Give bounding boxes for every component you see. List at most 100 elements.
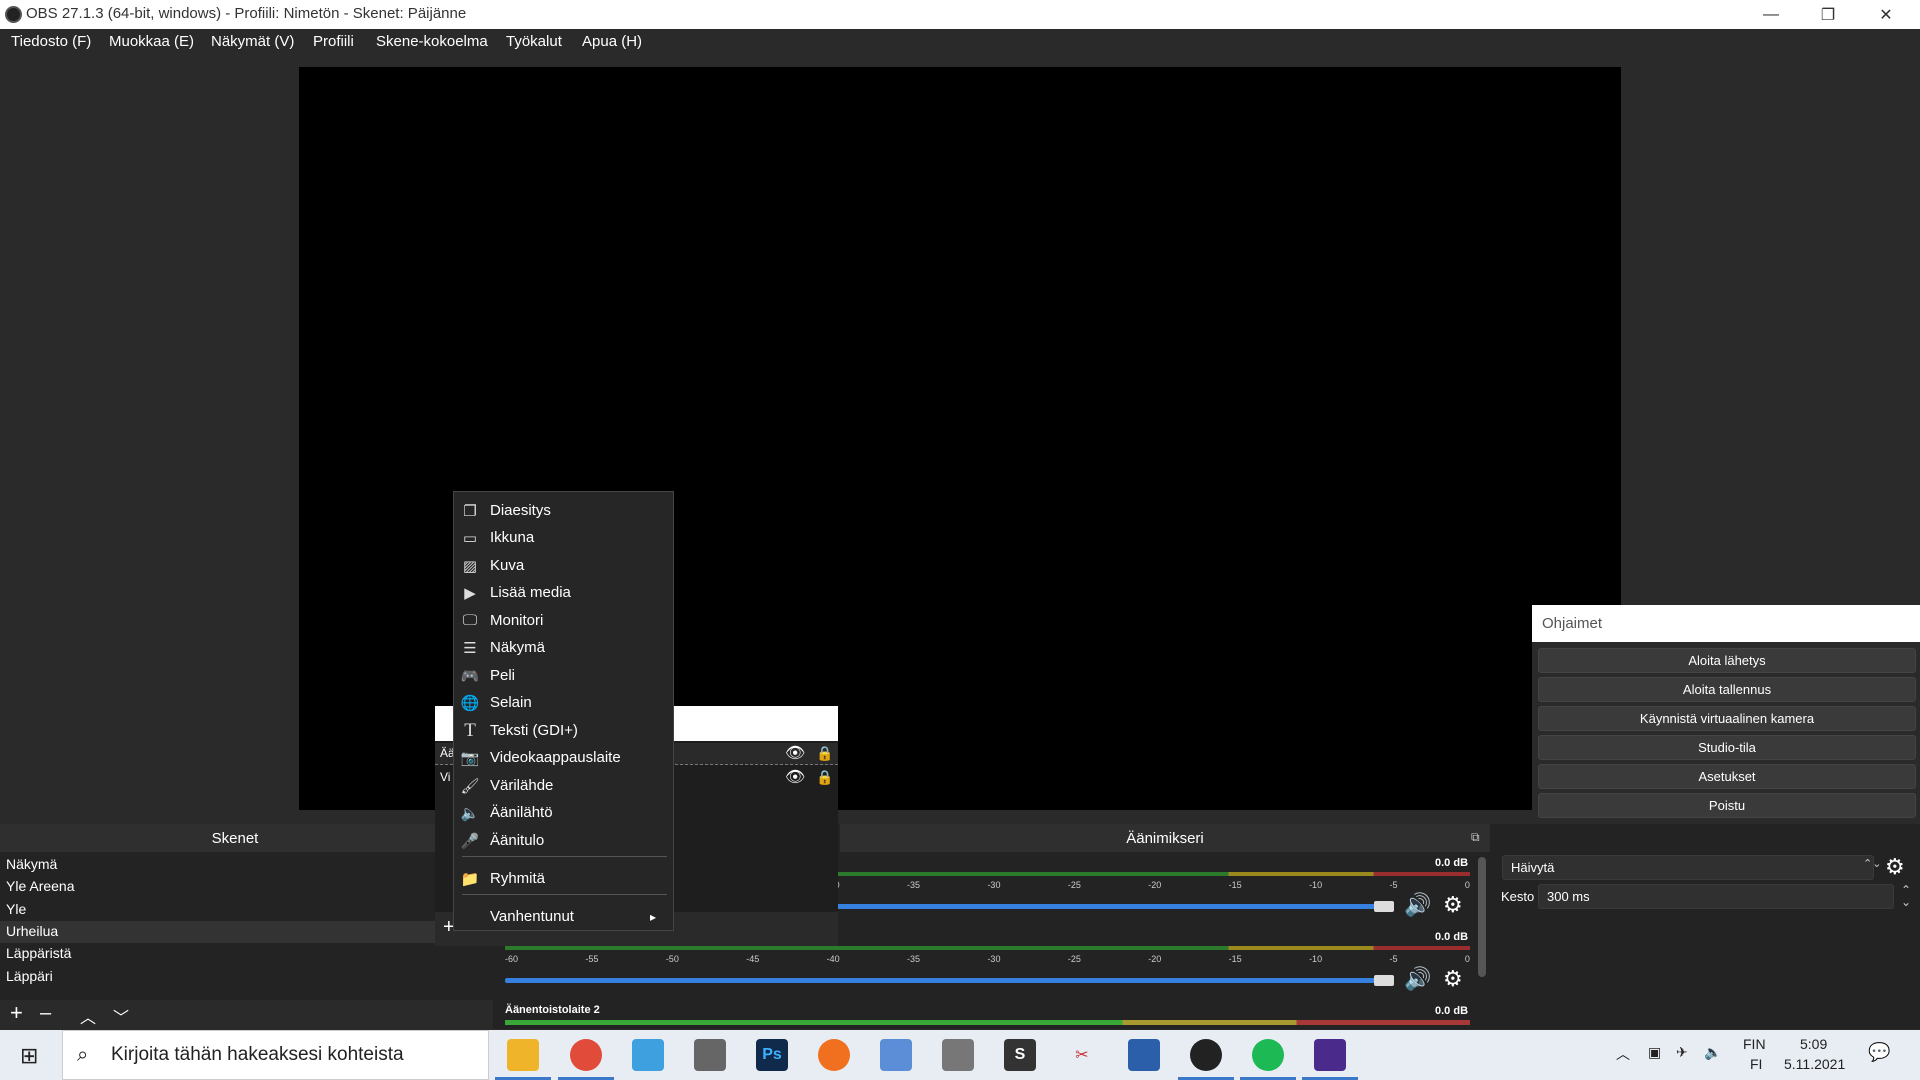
menu-item-media[interactable]: ▶ Lisää media <box>454 579 675 606</box>
menu-item-audio-output[interactable]: 🔈 Äänilähtö <box>454 799 675 826</box>
menu-item-browser[interactable]: 🌐 Selain <box>454 689 675 716</box>
scene-item[interactable]: Näkymä <box>0 854 493 876</box>
photoshop-icon[interactable]: Ps <box>756 1039 788 1071</box>
menu-item-slideshow[interactable]: ❐ Diaesitys <box>454 497 675 524</box>
menu-tools[interactable]: Työkalut <box>506 33 562 50</box>
controls-dock: Ohjaimet Aloita lähetys Aloita tallennus… <box>1532 605 1920 818</box>
media-app-icon[interactable] <box>1314 1039 1346 1071</box>
add-scene-icon[interactable]: + <box>10 1000 23 1026</box>
file-explorer-icon[interactable] <box>507 1039 539 1071</box>
channel-2-volume-slider[interactable] <box>505 978 1385 983</box>
channel-1-db: 0.0 dB <box>1435 857 1469 869</box>
spotify-icon[interactable] <box>1252 1039 1284 1071</box>
eye-icon[interactable]: 👁 <box>785 767 805 787</box>
settings-button[interactable]: Asetukset <box>1538 764 1916 789</box>
lock-icon[interactable]: 🔒 <box>816 745 833 762</box>
channel-1-slider-handle[interactable] <box>1374 901 1394 912</box>
chrome-icon[interactable] <box>570 1039 602 1071</box>
close-button[interactable]: ✕ <box>1858 0 1914 29</box>
remove-scene-icon[interactable]: – <box>40 1002 51 1025</box>
studio-mode-button[interactable]: Studio-tila <box>1538 735 1916 760</box>
menu-item-text[interactable]: T Teksti (GDI+) <box>454 717 675 744</box>
scene-item[interactable]: Yle <box>0 899 493 921</box>
windows-start-icon[interactable]: ⊞ <box>20 1043 38 1069</box>
notifications-icon[interactable]: 💬 <box>1868 1042 1890 1063</box>
gamepad-icon: 🎮 <box>460 667 480 685</box>
menu-edit[interactable]: Muokkaa (E) <box>109 33 194 50</box>
menu-item-deprecated[interactable]: Vanhentunut ▸ <box>454 903 675 930</box>
menu-profile[interactable]: Profiili <box>313 33 354 50</box>
airplane-icon[interactable]: ✈ <box>1676 1044 1688 1061</box>
menu-item-color-source[interactable]: 🖌 Värilähde <box>454 772 675 799</box>
transition-select[interactable]: Häivytä <box>1502 855 1874 880</box>
menu-item-image[interactable]: ▨ Kuva <box>454 552 675 579</box>
menu-item-group[interactable]: 📁 Ryhmitä <box>454 865 675 892</box>
keyboard-layout[interactable]: FI <box>1750 1056 1762 1072</box>
menu-view[interactable]: Näkymät (V) <box>211 33 294 50</box>
menu-item-monitor[interactable]: 🖵 Monitori <box>454 607 675 634</box>
move-down-icon[interactable]: ﹀ <box>113 1004 129 1028</box>
start-streaming-button[interactable]: Aloita lähetys <box>1538 648 1916 673</box>
duration-input[interactable]: 300 ms <box>1538 884 1894 909</box>
windows-taskbar: ⊞ ⌕ Kirjoita tähän hakeaksesi kohteista … <box>0 1030 1920 1080</box>
menu-item-audio-input[interactable]: 🎤 Äänitulo <box>454 827 675 854</box>
channel-2-db: 0.0 dB <box>1435 931 1469 943</box>
add-source-context-menu: ❐ Diaesitys ▭ Ikkuna ▨ Kuva ▶ Lisää media 🖵 M… <box>453 491 674 931</box>
language-indicator[interactable]: FIN <box>1743 1036 1766 1052</box>
duration-stepper-icon[interactable]: ⌃ ⌄ <box>1901 884 1911 908</box>
scenes-list: Näkymä Yle Areena Yle Urheilua Läppärist… <box>0 852 493 1000</box>
menu-item-window[interactable]: ▭ Ikkuna <box>454 524 675 551</box>
image-viewer-icon[interactable] <box>880 1039 912 1071</box>
exit-button[interactable]: Poistu <box>1538 793 1916 818</box>
mixer-scrollbar[interactable] <box>1478 857 1486 977</box>
camera-tray-icon[interactable]: ▣ <box>1648 1044 1661 1061</box>
menu-help[interactable]: Apua (H) <box>582 33 642 50</box>
speaker-icon[interactable]: 🔊 <box>1404 966 1431 992</box>
mixer-title: Äänimikseri <box>840 824 1490 852</box>
menu-file[interactable]: Tiedosto (F) <box>11 33 91 50</box>
menu-scene-collection[interactable]: Skene-kokoelma <box>376 33 488 50</box>
s-app-icon[interactable]: S <box>1004 1039 1036 1071</box>
app-icon[interactable] <box>694 1039 726 1071</box>
scene-item[interactable]: Yle Areena <box>0 876 493 898</box>
source-row-label: Vi <box>440 770 451 784</box>
start-virtual-camera-button[interactable]: Käynnistä virtuaalinen kamera <box>1538 706 1916 731</box>
snipping-tool-icon[interactable]: ✂ <box>1066 1039 1098 1071</box>
move-up-icon[interactable]: ︿ <box>80 1004 96 1028</box>
menu-item-video-capture[interactable]: 📷 Videokaappauslaite <box>454 744 675 771</box>
lock-icon[interactable]: 🔒 <box>816 769 833 786</box>
obs-logo-icon <box>5 6 22 23</box>
scene-item[interactable]: Läppäri <box>0 966 493 988</box>
menu-item-scene[interactable]: ☰ Näkymä <box>454 634 675 661</box>
eye-icon[interactable]: 👁 <box>785 743 805 763</box>
gear-icon[interactable]: ⚙ <box>1443 966 1463 992</box>
volume-tray-icon[interactable]: 🔈 <box>1704 1044 1721 1061</box>
brush-icon: 🖌 <box>460 777 480 795</box>
video-editor-icon[interactable] <box>632 1039 664 1071</box>
clock-date[interactable]: 5.11.2021 <box>1784 1056 1845 1072</box>
transition-spinner-icon[interactable]: ⌃⌄ <box>1863 857 1881 870</box>
audio-app-icon[interactable] <box>818 1039 850 1071</box>
minimize-button[interactable]: — <box>1743 0 1799 29</box>
scene-item-selected[interactable]: Urheilua <box>0 921 493 943</box>
speaker-icon[interactable]: 🔊 <box>1404 892 1431 918</box>
channel-2-ticks: -60 -55 -50 -45 -40 -35 -30 -25 -20 -15 -10 -5 0 <box>505 954 1470 964</box>
gear-icon[interactable]: ⚙ <box>1443 892 1463 918</box>
channel-3-name: Äänentoistolaite 2 <box>505 1004 600 1016</box>
tray-chevron-icon[interactable]: ︿ <box>1616 1044 1630 1064</box>
transition-gear-icon[interactable]: ⚙ <box>1885 854 1905 880</box>
start-recording-button[interactable]: Aloita tallennus <box>1538 677 1916 702</box>
word-icon[interactable] <box>1128 1039 1160 1071</box>
clock-time[interactable]: 5:09 <box>1800 1036 1827 1052</box>
text-icon: T <box>464 719 476 741</box>
camera-icon: 📷 <box>460 749 480 767</box>
undock-icon[interactable]: ⧉ <box>1471 830 1480 845</box>
menu-bar: Tiedosto (F) Muokkaa (E) Näkymät (V) Pro… <box>0 29 1920 56</box>
taskbar-search[interactable]: ⌕ Kirjoita tähän hakeaksesi kohteista <box>62 1030 489 1080</box>
menu-item-game[interactable]: 🎮 Peli <box>454 662 675 689</box>
obs-taskbar-icon[interactable] <box>1190 1039 1222 1071</box>
channel-2-slider-handle[interactable] <box>1374 975 1394 986</box>
restore-button[interactable]: ❐ <box>1800 0 1856 29</box>
scene-item[interactable]: Läppäristä <box>0 943 493 965</box>
app-icon[interactable] <box>942 1039 974 1071</box>
